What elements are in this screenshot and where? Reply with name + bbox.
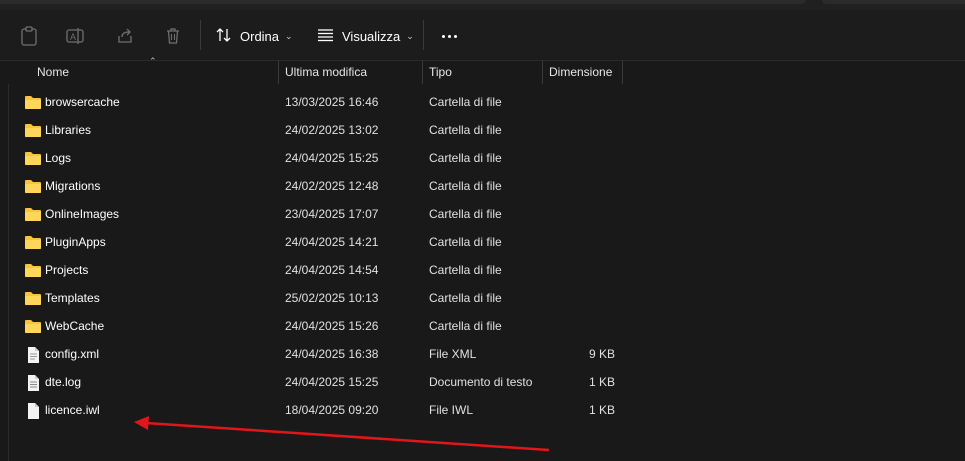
text-file-icon — [24, 374, 42, 391]
sort-icon — [215, 27, 233, 46]
column-header-modified[interactable]: Ultima modifica — [285, 65, 367, 79]
file-name: config.xml — [45, 347, 100, 361]
file-type: Cartella di file — [429, 235, 502, 249]
column-header-type[interactable]: Tipo — [429, 65, 452, 79]
file-name: WebCache — [45, 319, 105, 333]
file-name: Migrations — [45, 179, 101, 193]
file-row[interactable]: Libraries 24/02/2025 13:02 Cartella di fil… — [0, 116, 965, 144]
file-modified: 24/04/2025 16:38 — [285, 347, 379, 361]
column-divider[interactable] — [422, 60, 423, 84]
column-header-bar: ⌃ Nome Ultima modifica Tipo Dimensione — [0, 56, 965, 84]
folder-icon — [24, 150, 42, 166]
file-modified: 24/02/2025 13:02 — [285, 123, 379, 137]
file-type: Cartella di file — [429, 95, 502, 109]
folder-icon — [24, 206, 42, 222]
file-type: Cartella di file — [429, 291, 502, 305]
file-row[interactable]: licence.iwl 18/04/2025 09:20 File IWL 1 KB — [0, 396, 965, 424]
file-type: File XML — [429, 347, 477, 361]
toolbar-separator — [200, 20, 201, 50]
file-type: Cartella di file — [429, 319, 502, 333]
file-modified: 18/04/2025 09:20 — [285, 403, 379, 417]
svg-text:A: A — [70, 32, 76, 42]
file-type: Cartella di file — [429, 263, 502, 277]
file-size: 9 KB — [588, 347, 615, 361]
search-bar-edge — [822, 0, 965, 4]
file-modified: 24/04/2025 15:25 — [285, 375, 379, 389]
file-type: Cartella di file — [429, 179, 502, 193]
toolbar-separator — [423, 20, 424, 50]
file-type: Cartella di file — [429, 123, 502, 137]
file-type: File IWL — [429, 403, 474, 417]
more-options-icon[interactable] — [438, 22, 460, 50]
file-name: licence.iwl — [45, 403, 100, 417]
file-size: 1 KB — [588, 375, 615, 389]
file-modified: 23/04/2025 17:07 — [285, 207, 379, 221]
file-name: Logs — [45, 151, 72, 165]
file-modified: 24/04/2025 15:25 — [285, 151, 379, 165]
xml-file-icon — [24, 346, 42, 363]
file-row[interactable]: Projects 24/04/2025 14:54 Cartella di file — [0, 256, 965, 284]
chevron-down-icon: ⌄ — [285, 30, 293, 41]
file-name: Libraries — [45, 123, 92, 137]
file-name: Projects — [45, 263, 89, 277]
chevron-down-icon: ⌄ — [406, 30, 414, 41]
file-name: PluginApps — [45, 235, 106, 249]
sort-label: Ordina — [240, 28, 280, 44]
file-row[interactable]: Migrations 24/02/2025 12:48 Cartella di fi… — [0, 172, 965, 200]
delete-icon[interactable] — [162, 25, 184, 47]
file-type: Documento di testo — [429, 375, 533, 389]
file-modified: 25/02/2025 10:13 — [285, 291, 379, 305]
column-divider[interactable] — [622, 60, 623, 84]
file-type: Cartella di file — [429, 151, 502, 165]
folder-icon — [24, 290, 42, 306]
view-label: Visualizza — [342, 28, 401, 44]
folder-icon — [24, 122, 42, 138]
file-modified: 13/03/2025 16:46 — [285, 95, 379, 109]
file-modified: 24/02/2025 12:48 — [285, 179, 379, 193]
file-name: dte.log — [45, 375, 82, 389]
file-row[interactable]: PluginApps 24/04/2025 14:21 Cartella di fi… — [0, 228, 965, 256]
file-row[interactable]: config.xml 24/04/2025 16:38 File XML 9 KB — [0, 340, 965, 368]
file-row[interactable]: Templates 25/02/2025 10:13 Cartella di fil… — [0, 284, 965, 312]
folder-icon — [24, 318, 42, 334]
view-button[interactable]: Visualizza ⌄ — [317, 22, 414, 50]
share-icon[interactable] — [114, 25, 136, 47]
folder-icon — [24, 262, 42, 278]
file-name: OnlineImages — [45, 207, 120, 221]
file-icon — [24, 402, 42, 419]
file-row[interactable]: Logs 24/04/2025 15:25 Cartella di file — [0, 144, 965, 172]
file-name: Templates — [45, 291, 100, 305]
window-top-strip — [0, 0, 965, 10]
column-header-name[interactable]: Nome — [37, 65, 69, 79]
file-size: 1 KB — [588, 403, 615, 417]
column-header-size[interactable]: Dimensione — [549, 65, 612, 79]
file-name: browsercache — [45, 95, 120, 109]
view-icon — [317, 28, 334, 45]
rename-icon[interactable]: A — [65, 25, 87, 47]
column-divider[interactable] — [278, 60, 279, 84]
sort-ascending-icon: ⌃ — [149, 56, 157, 66]
folder-icon — [24, 94, 42, 110]
command-bar: A Ordina ⌄ Visualizza ⌄ — [0, 10, 965, 61]
file-modified: 24/04/2025 14:54 — [285, 263, 379, 277]
folder-icon — [24, 234, 42, 250]
address-bar-edge — [0, 0, 806, 4]
file-type: Cartella di file — [429, 207, 502, 221]
file-modified: 24/04/2025 14:21 — [285, 235, 379, 249]
file-row[interactable]: WebCache 24/04/2025 15:26 Cartella di file — [0, 312, 965, 340]
column-divider[interactable] — [542, 60, 543, 84]
file-row[interactable]: dte.log 24/04/2025 15:25 Documento di test… — [0, 368, 965, 396]
file-row[interactable]: OnlineImages 23/04/2025 17:07 Cartella di … — [0, 200, 965, 228]
file-row[interactable]: browsercache 13/03/2025 16:46 Cartella di … — [0, 88, 965, 116]
folder-icon — [24, 178, 42, 194]
file-modified: 24/04/2025 15:26 — [285, 319, 379, 333]
paste-icon[interactable] — [18, 25, 40, 47]
sort-button[interactable]: Ordina ⌄ — [215, 22, 293, 50]
